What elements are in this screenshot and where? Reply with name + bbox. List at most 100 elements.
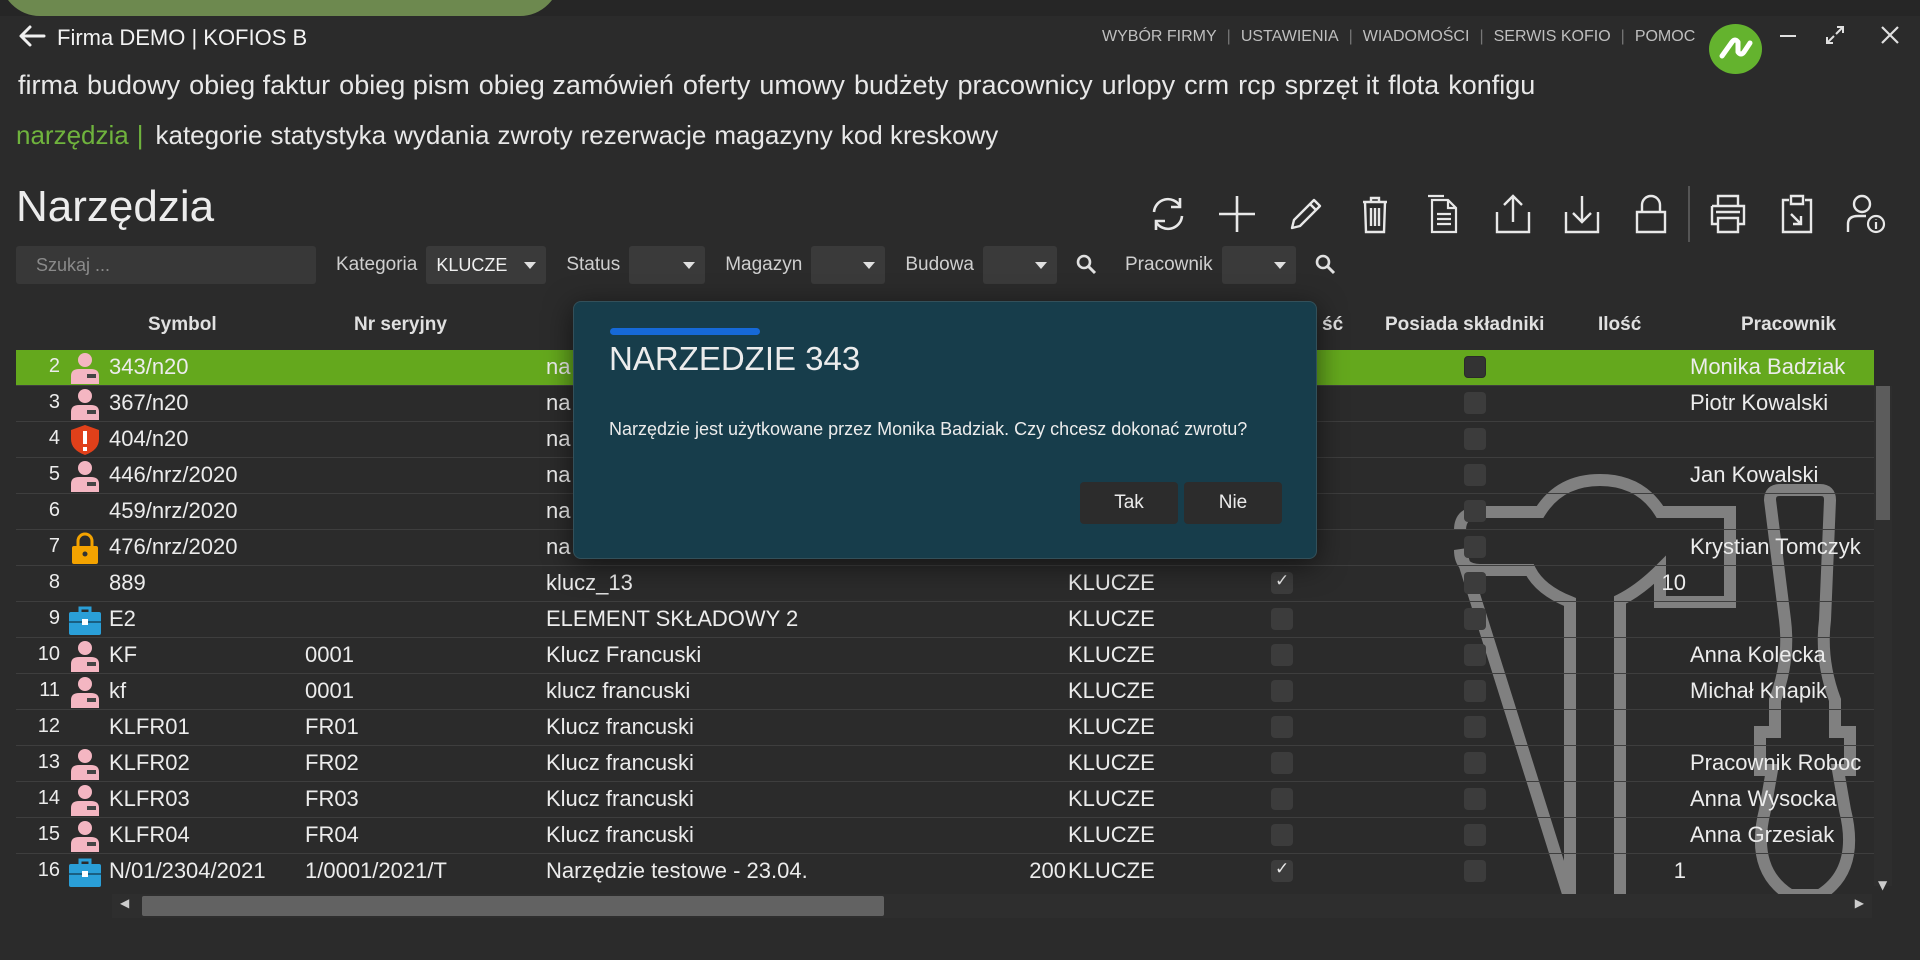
print-button[interactable] <box>1700 186 1756 242</box>
submodule-nav-item[interactable]: wydania <box>394 120 489 150</box>
vertical-scrollbar[interactable]: ▼ <box>1874 386 1892 892</box>
import-button[interactable] <box>1554 186 1610 242</box>
scroll-right-icon[interactable]: ▶ <box>1855 896 1864 910</box>
components-checkbox[interactable] <box>1464 608 1486 630</box>
flag-checkbox[interactable] <box>1271 824 1293 846</box>
clipboard-button[interactable] <box>1769 186 1825 242</box>
table-row[interactable]: 12 KLFR01 FR01 Klucz francuski KLUCZE <box>16 710 1874 746</box>
module-nav-item[interactable]: crm <box>1184 70 1229 100</box>
module-nav-item[interactable]: budżety <box>854 70 949 100</box>
submodule-nav-item[interactable]: magazyny <box>714 120 833 150</box>
module-nav-item[interactable]: umowy <box>759 70 845 100</box>
top-menu-item[interactable]: SERWIS KOFIO <box>1492 28 1613 46</box>
document-button[interactable] <box>1416 186 1472 242</box>
submodule-nav-item[interactable]: zwroty <box>497 120 572 150</box>
submodule-nav-item[interactable]: kategorie <box>156 120 263 150</box>
lock-button[interactable] <box>1623 186 1679 242</box>
export-button[interactable] <box>1485 186 1541 242</box>
module-nav-item[interactable]: urlopy <box>1102 70 1176 100</box>
components-checkbox[interactable] <box>1464 536 1486 558</box>
components-checkbox[interactable] <box>1464 356 1486 378</box>
kofio-logo-icon[interactable] <box>1709 24 1762 74</box>
components-checkbox[interactable] <box>1464 860 1486 882</box>
no-button[interactable]: Nie <box>1184 482 1282 524</box>
user-info-button[interactable] <box>1838 186 1894 242</box>
search-input[interactable]: Szukaj ... <box>16 246 316 284</box>
submodule-nav-item[interactable]: kod kreskowy <box>841 120 999 150</box>
col-pracownik[interactable]: Pracownik <box>1741 314 1836 336</box>
table-row[interactable]: 13 KLFR02 FR02 Klucz francuski KLUCZE Pracown… <box>16 746 1874 782</box>
module-nav-item[interactable]: obieg faktur <box>189 70 330 100</box>
table-row[interactable]: 15 KLFR04 FR04 Klucz francuski KLUCZE Anna Gr… <box>16 818 1874 854</box>
top-menu-item[interactable]: POMOC <box>1633 28 1697 46</box>
kategoria-select[interactable]: KLUCZE <box>426 246 547 284</box>
submodule-active[interactable]: narzędzia <box>16 120 129 150</box>
flag-checkbox[interactable] <box>1271 571 1293 594</box>
scroll-left-icon[interactable]: ◀ <box>120 896 129 910</box>
module-nav-item[interactable]: sprzęt it <box>1285 70 1380 100</box>
flag-checkbox[interactable] <box>1271 644 1293 666</box>
components-checkbox[interactable] <box>1464 680 1486 702</box>
vscroll-thumb[interactable] <box>1876 386 1890 520</box>
module-nav-item[interactable]: rcp <box>1238 70 1276 100</box>
col-symbol[interactable]: Symbol <box>148 314 217 336</box>
module-nav-item[interactable]: pracownicy <box>958 70 1093 100</box>
table-row[interactable]: 14 KLFR03 FR03 Klucz francuski KLUCZE Anna Wy… <box>16 782 1874 818</box>
delete-button[interactable] <box>1347 186 1403 242</box>
flag-checkbox[interactable] <box>1271 752 1293 774</box>
module-nav-item[interactable]: obieg zamówień <box>479 70 674 100</box>
module-nav-item[interactable]: flota <box>1388 70 1439 100</box>
table-row[interactable]: 8 889 klucz_13 KLUCZE 10 <box>16 566 1874 602</box>
refresh-button[interactable] <box>1140 186 1196 242</box>
minimize-icon[interactable] <box>1770 22 1806 58</box>
top-menu-item[interactable]: WIADOMOŚCI <box>1361 28 1472 46</box>
flag-checkbox[interactable] <box>1271 716 1293 738</box>
components-checkbox[interactable] <box>1464 788 1486 810</box>
components-checkbox[interactable] <box>1464 824 1486 846</box>
yes-button[interactable]: Tak <box>1080 482 1178 524</box>
table-row[interactable]: 9 E2 ELEMENT SKŁADOWY 2 KLUCZE <box>16 602 1874 638</box>
magazyn-select[interactable] <box>811 246 886 284</box>
components-checkbox[interactable] <box>1464 716 1486 738</box>
module-nav-item[interactable]: budowy <box>87 70 180 100</box>
budowa-search-icon[interactable] <box>1075 253 1099 277</box>
flag-checkbox[interactable] <box>1271 859 1293 882</box>
top-menu-item[interactable]: USTAWIENIA <box>1239 28 1341 46</box>
module-nav-item[interactable]: konfigu <box>1448 70 1535 100</box>
module-nav-item[interactable]: firma <box>18 70 78 100</box>
table-row[interactable]: 11 kf 0001 klucz francuski KLUCZE Michał Knap… <box>16 674 1874 710</box>
table-row[interactable]: 16 N/01/2304/2021 1/0001/2021/T Narzędzie t… <box>16 854 1874 888</box>
components-checkbox[interactable] <box>1464 644 1486 666</box>
module-nav-item[interactable]: obieg pism <box>339 70 470 100</box>
add-button[interactable] <box>1209 186 1265 242</box>
components-checkbox[interactable] <box>1464 428 1486 450</box>
close-icon[interactable] <box>1872 22 1908 58</box>
flag-checkbox[interactable] <box>1271 608 1293 630</box>
col-ilosc[interactable]: Ilość <box>1598 314 1641 336</box>
edit-button[interactable] <box>1278 186 1334 242</box>
col-posiada-skladniki[interactable]: Posiada składniki <box>1385 314 1544 336</box>
back-arrow-icon[interactable] <box>18 22 50 54</box>
scroll-down-icon[interactable]: ▼ <box>1878 878 1887 892</box>
maximize-icon[interactable] <box>1817 22 1853 58</box>
components-checkbox[interactable] <box>1464 392 1486 414</box>
module-nav-item[interactable]: oferty <box>683 70 751 100</box>
components-checkbox[interactable] <box>1464 752 1486 774</box>
top-menu-item[interactable]: WYBÓR FIRMY <box>1100 28 1219 46</box>
pracownik-select[interactable] <box>1221 246 1296 284</box>
status-select[interactable] <box>629 246 706 284</box>
submodule-nav-item[interactable]: statystyka <box>270 120 386 150</box>
col-partial[interactable]: ść <box>1322 314 1343 336</box>
components-checkbox[interactable] <box>1464 572 1486 594</box>
pracownik-search-icon[interactable] <box>1314 253 1338 277</box>
col-nr-seryjny[interactable]: Nr seryjny <box>354 314 447 336</box>
components-checkbox[interactable] <box>1464 464 1486 486</box>
submodule-nav-item[interactable]: rezerwacje <box>581 120 707 150</box>
horizontal-scrollbar[interactable]: ◀ ▶ <box>112 894 1872 918</box>
flag-checkbox[interactable] <box>1271 788 1293 810</box>
table-row[interactable]: 10 KF 0001 Klucz Francuski KLUCZE Anna Koleck… <box>16 638 1874 674</box>
hscroll-thumb[interactable] <box>142 896 884 916</box>
budowa-select[interactable] <box>983 246 1057 284</box>
components-checkbox[interactable] <box>1464 500 1486 522</box>
flag-checkbox[interactable] <box>1271 680 1293 702</box>
